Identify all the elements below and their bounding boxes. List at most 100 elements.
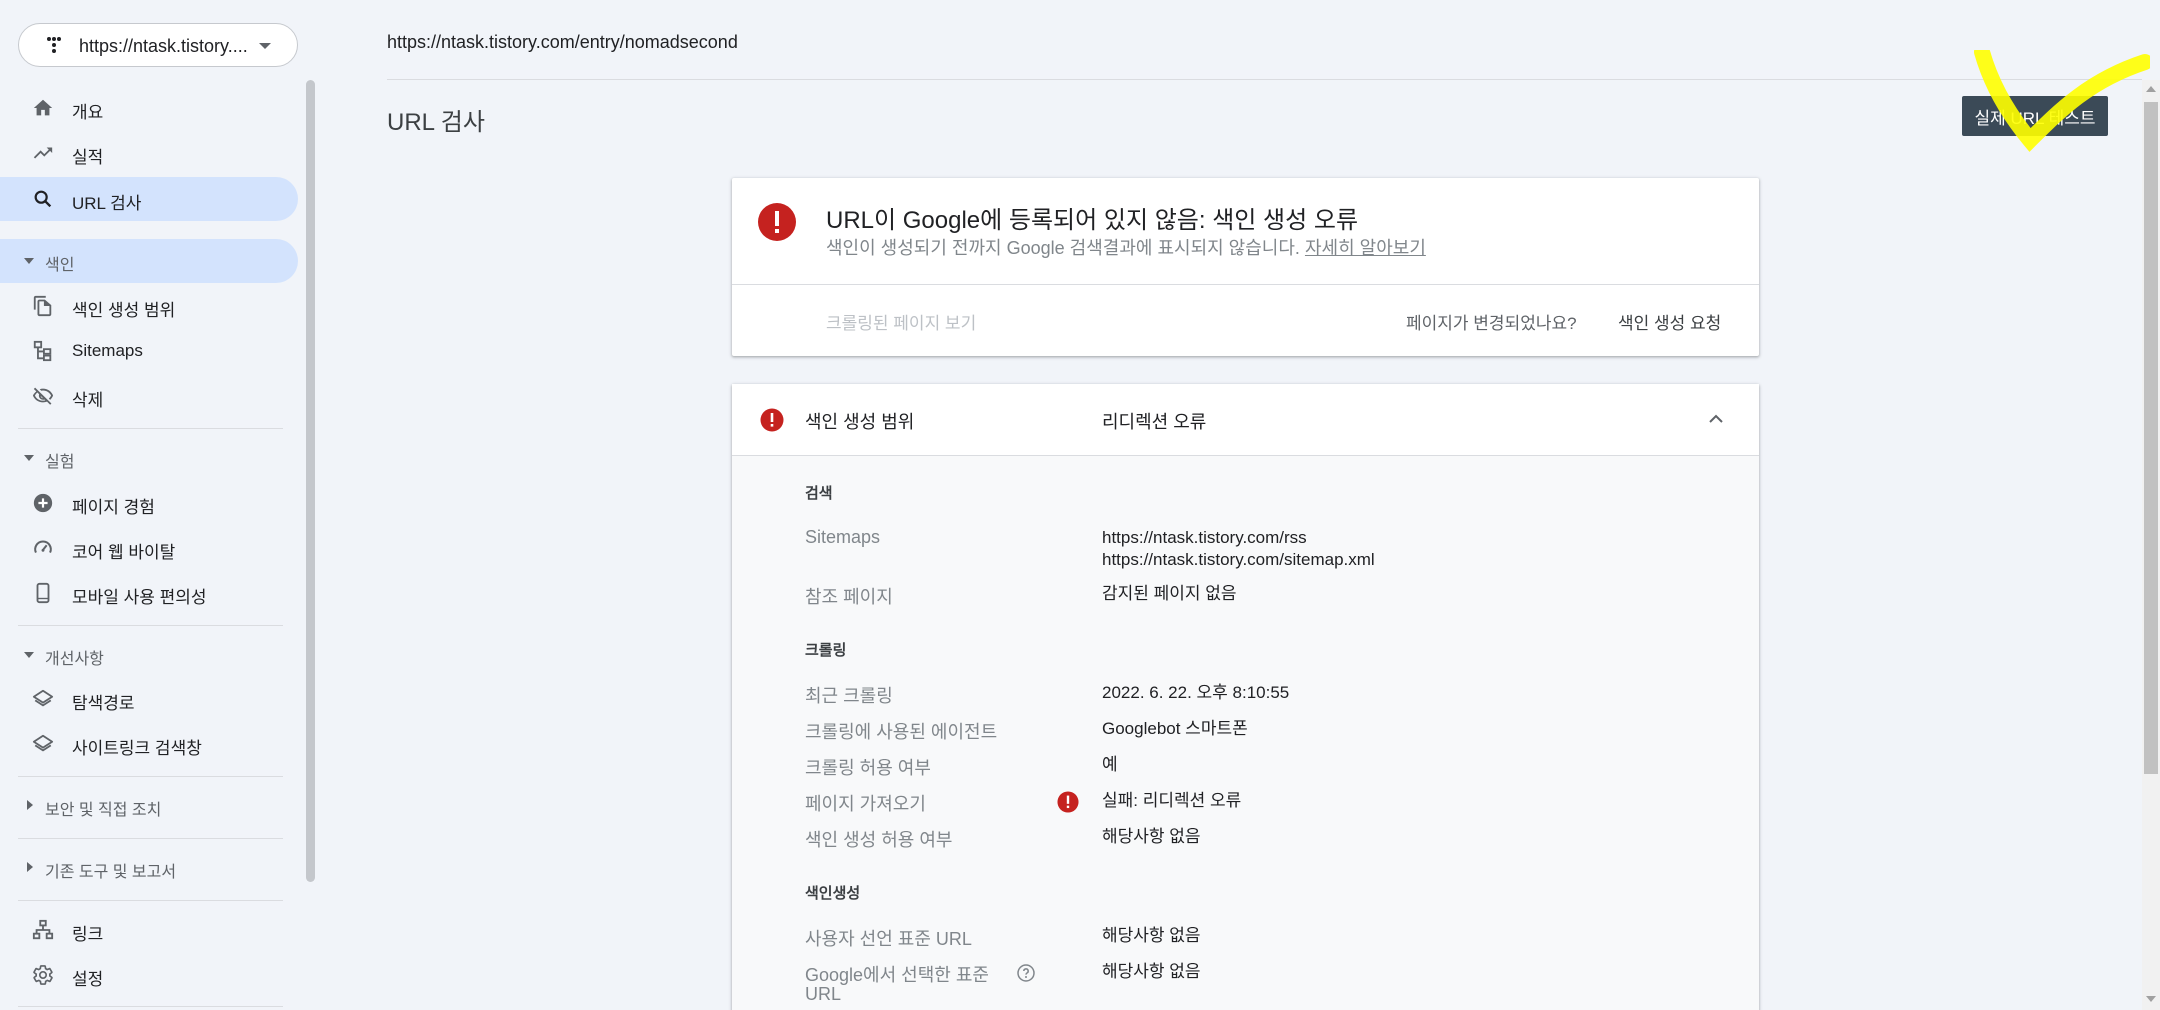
coverage-header[interactable]: 색인 생성 범위 리디렉션 오류 — [732, 384, 1759, 456]
section-heading-discovery: 검색 — [805, 485, 833, 502]
last-crawl-value: 2022. 6. 22. 오후 8:10:55 — [1102, 683, 1290, 702]
collapse-icon — [24, 258, 34, 264]
sidebar-item-core-web-vitals[interactable]: 코어 웹 바이탈 — [0, 526, 298, 570]
divider — [18, 838, 283, 839]
error-icon — [758, 203, 796, 241]
sidebar-item-label: URL 검사 — [72, 194, 142, 213]
section-experience[interactable]: 실험 — [0, 436, 298, 480]
speed-icon — [34, 540, 52, 554]
divider — [18, 776, 283, 777]
sidebar-item-breadcrumbs[interactable]: 탐색경로 — [0, 677, 298, 721]
sidebar-item-label: 설정 — [72, 970, 104, 989]
test-live-url-button[interactable]: 실제 URL 테스트 — [1962, 96, 2108, 136]
sidebar: https://ntask.tistory.... 개요 실적 URL 검사 색… — [0, 0, 300, 1010]
collapse-icon — [24, 652, 34, 658]
url-bar: https://ntask.tistory.com/entry/nomadsec… — [387, 0, 2142, 80]
sidebar-item-label: 페이지 경험 — [72, 498, 155, 517]
help-icon[interactable] — [1017, 964, 1035, 982]
sidebar-item-label: 탐색경로 — [72, 694, 135, 713]
index-status-card: URL이 Google에 등록되어 있지 않음: 색인 생성 오류 색인이 생성… — [732, 178, 1759, 356]
user-canonical-value: 해당사항 없음 — [1102, 926, 1201, 945]
sidebar-item-coverage[interactable]: 색인 생성 범위 — [0, 284, 298, 328]
section-security[interactable]: 보안 및 직접 조치 — [0, 784, 298, 828]
google-canonical-value: 해당사항 없음 — [1102, 962, 1201, 981]
sidebar-item-label: Sitemaps — [72, 341, 143, 360]
divider — [732, 284, 1759, 285]
sitemap-url[interactable]: https://ntask.tistory.com/rss — [1102, 527, 1307, 549]
divider — [18, 625, 283, 626]
sidebar-item-removals[interactable]: 삭제 — [0, 374, 298, 418]
add-circle-icon — [33, 493, 53, 513]
section-legacy-tools[interactable]: 기존 도구 및 보고서 — [0, 846, 298, 890]
user-canonical-label: 사용자 선언 표준 URL — [805, 929, 972, 949]
collapse-icon — [24, 455, 34, 461]
expand-icon — [27, 862, 33, 872]
sidebar-item-performance[interactable]: 실적 — [0, 131, 298, 175]
page-title: URL 검사 — [387, 109, 485, 136]
sidebar-item-sitelinks-searchbox[interactable]: 사이트링크 검색창 — [0, 722, 298, 766]
sitemap-icon — [33, 340, 52, 362]
request-indexing-button[interactable]: 색인 생성 요청 — [1618, 309, 1721, 334]
indexing-allowed-label: 색인 생성 허용 여부 — [805, 830, 953, 850]
smartphone-icon — [36, 582, 50, 604]
sidebar-item-label: 개요 — [72, 103, 104, 122]
error-icon — [1057, 791, 1079, 813]
divider — [18, 900, 283, 901]
settings-icon — [33, 965, 53, 985]
section-label: 개선사항 — [45, 651, 104, 668]
sitemaps-label: Sitemaps — [805, 527, 881, 547]
learn-more-link[interactable]: 자세히 알아보기 — [1305, 238, 1426, 258]
tistory-logo-icon — [47, 37, 61, 53]
sidebar-item-url-inspection[interactable]: URL 검사 — [0, 177, 298, 221]
crawl-allowed-value: 예 — [1102, 755, 1118, 774]
page-changed-text: 페이지가 변경되었나요? — [1406, 314, 1577, 333]
section-label: 색인 — [45, 257, 75, 274]
sidebar-item-label: 실적 — [72, 148, 104, 167]
sidebar-scrollbar[interactable] — [306, 80, 315, 882]
indexing-allowed-value: 해당사항 없음 — [1102, 827, 1201, 846]
section-label: 실험 — [45, 454, 75, 471]
referring-page-label: 참조 페이지 — [805, 587, 893, 607]
coverage-title: 색인 생성 범위 — [805, 412, 915, 432]
status-subtitle: 색인이 생성되기 전까지 Google 검색결과에 표시되지 않습니다. 자세히… — [826, 234, 1426, 260]
section-label: 보안 및 직접 조치 — [45, 802, 162, 819]
sitemap-url[interactable]: https://ntask.tistory.com/sitemap.xml — [1102, 549, 1375, 571]
scroll-down-icon[interactable] — [2146, 996, 2156, 1002]
coverage-card: 색인 생성 범위 리디렉션 오류 검색 Sitemaps https://nta… — [732, 384, 1759, 1010]
section-index[interactable]: 색인 — [0, 239, 298, 283]
layers-icon — [32, 689, 54, 707]
page-fetch-label: 페이지 가져오기 — [805, 794, 926, 814]
divider — [18, 1006, 283, 1007]
main-scrollbar-thumb[interactable] — [2144, 102, 2158, 774]
status-subtitle-text: 색인이 생성되기 전까지 Google 검색결과에 표시되지 않습니다. — [826, 238, 1300, 258]
sidebar-item-label: 사이트링크 검색창 — [72, 739, 202, 758]
sidebar-item-mobile-usability[interactable]: 모바일 사용 편의성 — [0, 571, 298, 615]
links-icon — [32, 919, 54, 940]
section-label: 기존 도구 및 보고서 — [45, 864, 177, 881]
crawled-as-label: 크롤링에 사용된 에이전트 — [805, 722, 998, 742]
property-url: https://ntask.tistory.... — [79, 36, 248, 56]
sidebar-item-label: 모바일 사용 편의성 — [72, 588, 207, 607]
layers-icon — [32, 734, 54, 752]
chevron-up-icon[interactable] — [1707, 410, 1725, 428]
sidebar-item-links[interactable]: 링크 — [0, 908, 298, 952]
file-copy-icon — [33, 295, 52, 317]
section-heading-indexing: 색인생성 — [805, 885, 861, 902]
sidebar-item-sitemaps[interactable]: Sitemaps — [0, 329, 298, 373]
section-enhancements[interactable]: 개선사항 — [0, 633, 298, 677]
sidebar-item-overview[interactable]: 개요 — [0, 86, 298, 130]
sidebar-item-label: 색인 생성 범위 — [72, 301, 176, 320]
view-crawled-page-button[interactable]: 크롤링된 페이지 보기 — [826, 309, 976, 334]
page-fetch-value: 실패: 리디렉션 오류 — [1102, 791, 1242, 810]
last-crawl-label: 최근 크롤링 — [805, 686, 893, 706]
coverage-status: 리디렉션 오류 — [1102, 412, 1207, 432]
home-icon — [33, 99, 53, 116]
crawled-as-value: Googlebot 스마트폰 — [1102, 719, 1248, 738]
property-selector[interactable]: https://ntask.tistory.... — [18, 23, 298, 67]
inspected-url[interactable]: https://ntask.tistory.com/entry/nomadsec… — [387, 32, 738, 53]
sidebar-item-settings[interactable]: 설정 — [0, 953, 298, 997]
sidebar-item-label: 코어 웹 바이탈 — [72, 543, 176, 562]
referring-page-value: 감지된 페이지 없음 — [1102, 584, 1237, 603]
sidebar-item-page-experience[interactable]: 페이지 경험 — [0, 481, 298, 525]
scroll-up-icon[interactable] — [2146, 86, 2156, 92]
